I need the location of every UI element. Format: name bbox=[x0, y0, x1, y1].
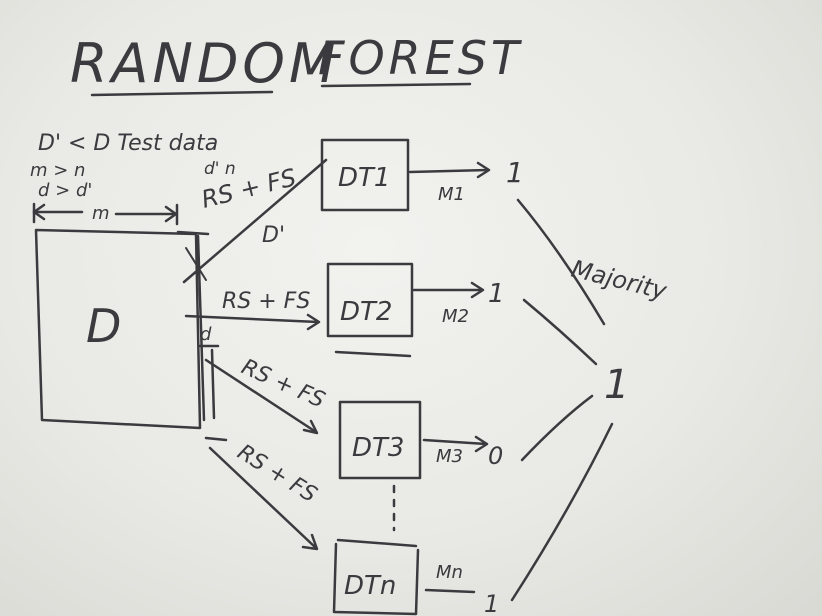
whiteboard-drawing: RANDOM FOREST D' < D Test data m > n d >… bbox=[30, 31, 671, 616]
model-arrow-1 bbox=[408, 168, 490, 174]
branch2-edge bbox=[184, 314, 320, 324]
title-random: RANDOM bbox=[70, 32, 340, 95]
model-arrow-n bbox=[424, 588, 476, 594]
branch1-top-labels: d' n bbox=[204, 159, 236, 179]
feature-label-d: d bbox=[200, 324, 212, 345]
branch4-edge-start bbox=[204, 436, 228, 442]
output-label-n: 1 bbox=[484, 590, 499, 616]
tree-label-2: DT2 bbox=[340, 297, 392, 327]
tree-label-3: DT3 bbox=[352, 433, 404, 463]
tree-label-1: DT1 bbox=[338, 163, 390, 193]
output-label-3: 0 bbox=[488, 442, 503, 470]
branch4-edge-label: RS + FS bbox=[233, 440, 321, 508]
branch3-edge-label: RS + FS bbox=[238, 355, 329, 414]
tree-label-n: DTn bbox=[344, 571, 396, 601]
note-m-greater-n: m > n bbox=[30, 160, 85, 181]
note-test-data: D' < D Test data bbox=[38, 131, 218, 156]
vote-line-2 bbox=[522, 298, 598, 366]
majority-label: Majority bbox=[569, 255, 671, 306]
majority-result: 1 bbox=[604, 362, 629, 408]
model-label-2: M2 bbox=[442, 306, 469, 327]
vote-line-n bbox=[510, 422, 614, 602]
dataset-label: D bbox=[86, 299, 121, 353]
title-forest: FOREST bbox=[318, 31, 523, 85]
whiteboard: RANDOM FOREST D' < D Test data m > n d >… bbox=[0, 0, 822, 616]
model-arrow-3 bbox=[422, 438, 488, 446]
branch2-edge-label: RS + FS bbox=[222, 289, 310, 314]
feature-strip-line-2 bbox=[210, 348, 216, 420]
model-label-n: Mn bbox=[436, 562, 463, 583]
note-d-greater-dprime: d > d' bbox=[38, 180, 92, 201]
output-label-1: 1 bbox=[506, 156, 524, 189]
output-label-2: 1 bbox=[488, 279, 505, 309]
model-label-1: M1 bbox=[438, 184, 465, 205]
model-label-3: M3 bbox=[436, 446, 463, 467]
vote-line-3 bbox=[520, 394, 594, 462]
branch1-sample-label: D' bbox=[262, 223, 285, 248]
m-dimension-label: m bbox=[92, 203, 110, 224]
tree-box-n-top bbox=[336, 538, 418, 548]
tree-box-2-shadow bbox=[334, 350, 412, 358]
